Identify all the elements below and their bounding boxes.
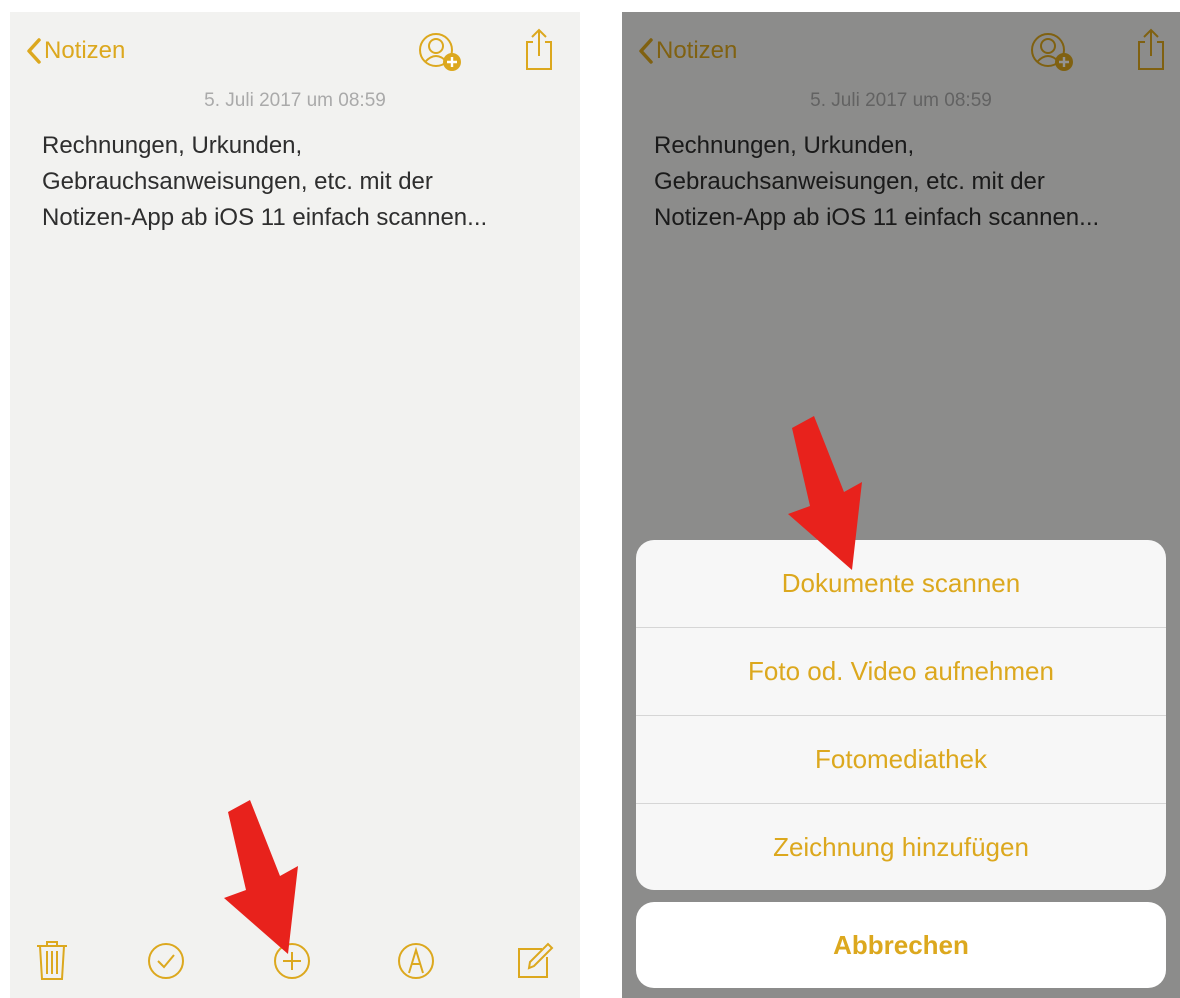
notes-screen-left: Notizen 5. Juli 2017 um 08:59 Rechnungen…: [10, 12, 580, 998]
note-body[interactable]: Rechnungen, Urkunden, Gebrauchsanweisung…: [42, 128, 552, 236]
cancel-button[interactable]: Abbrechen: [636, 902, 1166, 988]
note-date: 5. Juli 2017 um 08:59: [204, 90, 386, 111]
delete-button[interactable]: [34, 939, 70, 986]
back-label: Notizen: [44, 37, 126, 64]
red-arrow: [788, 416, 862, 570]
markup-icon: [398, 943, 434, 979]
compose-button[interactable]: [514, 941, 554, 986]
checklist-button[interactable]: [146, 941, 186, 986]
take-photo-video-option[interactable]: Foto od. Video aufnehmen: [636, 628, 1166, 716]
photo-library-option[interactable]: Fotomediathek: [636, 716, 1166, 804]
chevron-left-icon: [27, 38, 41, 64]
markup-button[interactable]: [396, 941, 436, 986]
red-arrow: [224, 800, 298, 954]
add-drawing-option[interactable]: Zeichnung hinzufügen: [636, 804, 1166, 890]
add-people-button[interactable]: [414, 26, 466, 83]
note-line: Notizen-App ab iOS 11 einfach scannen...: [42, 204, 488, 231]
note-line: Gebrauchsanweisungen, etc. mit der: [42, 168, 433, 195]
share-icon: [526, 28, 552, 70]
trash-icon: [37, 941, 67, 980]
add-people-icon: [419, 33, 461, 71]
compose-icon: [518, 942, 554, 978]
action-sheet: Dokumente scannen Foto od. Video aufnehm…: [636, 540, 1166, 890]
scan-documents-option[interactable]: Dokumente scannen: [636, 540, 1166, 628]
share-button[interactable]: [522, 26, 556, 77]
checklist-icon: [148, 943, 184, 979]
notes-screen-right: Notizen 5. Juli 2017 um 08:59 Rechnungen…: [622, 12, 1180, 998]
note-line: Rechnungen, Urkunden,: [42, 132, 303, 159]
back-button[interactable]: Notizen: [26, 34, 125, 68]
